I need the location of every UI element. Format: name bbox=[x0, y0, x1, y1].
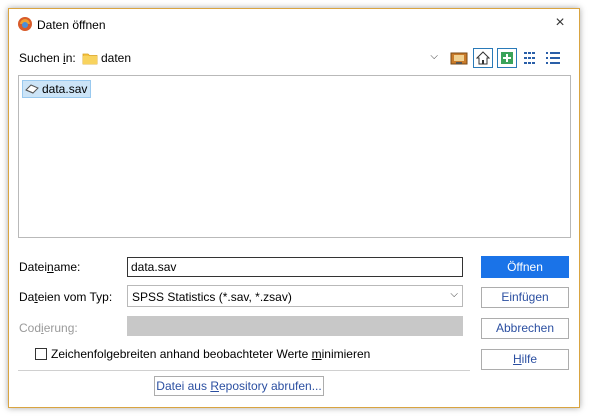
network-folder-icon[interactable] bbox=[449, 48, 469, 68]
filename-label: Dateiname: bbox=[19, 260, 81, 274]
spss-file-icon bbox=[25, 83, 39, 95]
folder-icon bbox=[82, 51, 98, 65]
open-data-dialog: Daten öffnen × Suchen in: daten ⌵ data.s… bbox=[8, 8, 580, 408]
encoding-label: Codierung: bbox=[19, 321, 78, 335]
new-folder-icon[interactable] bbox=[497, 48, 517, 68]
chevron-down-icon: ⌵ bbox=[430, 51, 438, 62]
list-view-icon[interactable] bbox=[521, 48, 541, 68]
lookin-folder-name: daten bbox=[101, 51, 132, 65]
minimize-string-widths-label: Zeichenfolgebreiten anhand beobachteter … bbox=[51, 347, 371, 361]
lookin-combo[interactable]: daten ⌵ bbox=[79, 47, 443, 69]
open-button[interactable]: Öffnen bbox=[481, 256, 569, 278]
filetype-select[interactable]: SPSS Statistics (*.sav, *.zsav) ⌵ bbox=[127, 285, 463, 307]
insert-button[interactable]: Einfügen bbox=[481, 287, 569, 308]
details-view-icon[interactable] bbox=[543, 48, 563, 68]
file-list[interactable]: data.sav bbox=[18, 75, 571, 238]
filetype-value: SPSS Statistics (*.sav, *.zsav) bbox=[132, 290, 292, 304]
close-button[interactable]: × bbox=[549, 13, 571, 33]
encoding-select bbox=[127, 316, 463, 336]
lookin-label: Suchen in: bbox=[19, 51, 76, 65]
dialog-title: Daten öffnen bbox=[37, 18, 106, 32]
minimize-string-widths-checkbox[interactable] bbox=[35, 348, 47, 360]
separator bbox=[18, 370, 470, 371]
retrieve-from-repository-button[interactable]: Datei aus Repository abrufen... bbox=[154, 376, 324, 396]
app-icon bbox=[17, 16, 33, 32]
help-button[interactable]: Hilfe bbox=[481, 349, 569, 370]
home-icon[interactable] bbox=[473, 48, 493, 68]
cancel-button[interactable]: Abbrechen bbox=[481, 318, 569, 339]
filetype-label: Dateien vom Typ: bbox=[19, 290, 113, 304]
list-item[interactable]: data.sav bbox=[22, 80, 92, 98]
filename-input[interactable]: data.sav bbox=[127, 257, 463, 277]
file-name: data.sav bbox=[42, 82, 88, 96]
chevron-down-icon: ⌵ bbox=[450, 289, 458, 300]
